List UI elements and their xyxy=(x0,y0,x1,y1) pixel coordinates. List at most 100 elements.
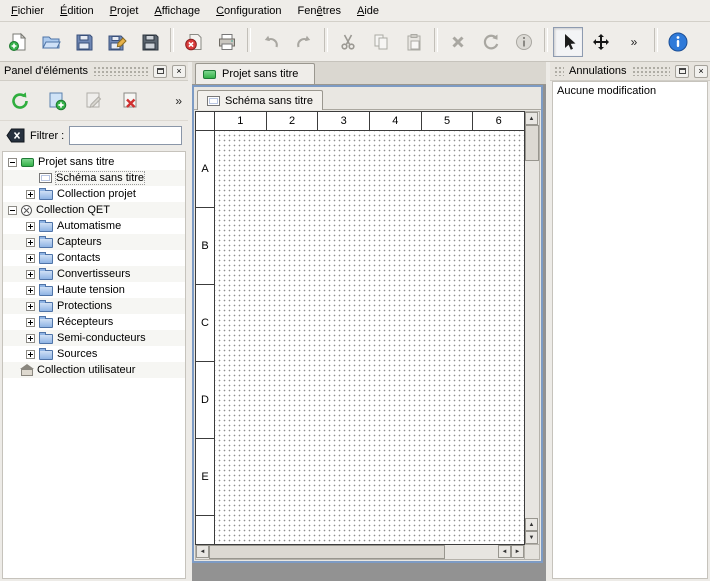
schema-canvas[interactable] xyxy=(215,131,524,544)
copy-icon xyxy=(371,32,391,52)
tab-schema-sans-titre[interactable]: Schéma sans titre xyxy=(197,90,323,110)
menu-fichier[interactable]: Fichier xyxy=(3,1,52,21)
tree-item-convertisseurs[interactable]: Convertisseurs xyxy=(3,266,185,282)
tree-item-collection-utilisateur[interactable]: Collection utilisateur xyxy=(3,362,185,378)
edit-element-button[interactable] xyxy=(78,85,110,117)
vertical-scroll-thumb[interactable] xyxy=(525,125,539,161)
save-button[interactable] xyxy=(69,27,99,57)
tree-item-collection-qet[interactable]: Collection QET xyxy=(3,202,185,218)
collapse-expander-icon[interactable] xyxy=(8,158,17,167)
project-icon xyxy=(203,70,216,79)
element-info-button[interactable] xyxy=(509,27,539,57)
scroll-up-button[interactable]: ▲ xyxy=(525,112,538,125)
tree-item-sources[interactable]: Sources xyxy=(3,346,185,362)
undo-button[interactable] xyxy=(256,27,286,57)
tree-item-collection-projet[interactable]: Collection projet xyxy=(3,186,185,202)
arrow-left-icon: ◄ xyxy=(200,549,206,555)
tree-item-semi-conducteurs[interactable]: Semi-conducteurs xyxy=(3,330,185,346)
redo-button[interactable] xyxy=(289,27,319,57)
close-panel-button[interactable]: × xyxy=(172,65,186,78)
delete-button[interactable] xyxy=(443,27,473,57)
horizontal-scroll-track[interactable] xyxy=(445,545,498,559)
folder-icon xyxy=(39,302,53,312)
menu-configuration[interactable]: Configuration xyxy=(208,1,289,21)
float-icon xyxy=(679,68,686,74)
expand-expander-icon[interactable] xyxy=(26,302,35,311)
tree-item-protections[interactable]: Protections xyxy=(3,298,185,314)
tree-item-projet-sans-titre[interactable]: Projet sans titre xyxy=(3,154,185,170)
elements-panel-titlebar[interactable]: Panel d'éléments × xyxy=(0,62,188,81)
dock-grip[interactable] xyxy=(93,66,148,76)
expand-expander-icon[interactable] xyxy=(26,286,35,295)
dock-grip[interactable] xyxy=(554,66,564,76)
close-project-button[interactable] xyxy=(179,27,209,57)
scroll-left-button[interactable]: ◄ xyxy=(498,545,511,558)
expand-expander-icon[interactable] xyxy=(26,334,35,343)
menu-fenetres[interactable]: Fenêtres xyxy=(290,1,349,21)
paste-button[interactable] xyxy=(399,27,429,57)
collapse-expander-icon[interactable] xyxy=(8,206,17,215)
tree-item-schema-sans-titre[interactable]: Schéma sans titre xyxy=(3,170,185,186)
tree-item-haute-tension[interactable]: Haute tension xyxy=(3,282,185,298)
float-panel-button[interactable] xyxy=(675,65,689,78)
schema-sheet: 1 2 3 4 5 6 A xyxy=(195,111,525,545)
folder-icon xyxy=(39,318,53,328)
vertical-scroll-track[interactable] xyxy=(525,161,539,518)
expand-expander-icon[interactable] xyxy=(26,254,35,263)
folder-icon xyxy=(39,190,53,200)
print-button[interactable] xyxy=(212,27,242,57)
new-project-button[interactable] xyxy=(3,27,33,57)
float-panel-button[interactable] xyxy=(153,65,167,78)
menu-projet[interactable]: Projet xyxy=(102,1,147,21)
info-blue-icon xyxy=(667,31,689,53)
expand-expander-icon[interactable] xyxy=(26,222,35,231)
reload-icon xyxy=(9,90,31,112)
cut-icon xyxy=(338,32,358,52)
tree-item-recepteurs[interactable]: Récepteurs xyxy=(3,314,185,330)
horizontal-scrollbar[interactable]: ◄ ◄ ► xyxy=(195,545,525,560)
rotate-button[interactable] xyxy=(476,27,506,57)
delete-element-button[interactable] xyxy=(115,85,147,117)
elements-tree[interactable]: Projet sans titre Schéma sans titre Coll… xyxy=(2,151,186,579)
undo-panel-titlebar[interactable]: Annulations × xyxy=(550,62,710,81)
new-element-button[interactable] xyxy=(41,85,73,117)
expand-expander-icon[interactable] xyxy=(26,318,35,327)
undo-list[interactable]: Aucune modification xyxy=(552,81,708,579)
scroll-up-button[interactable]: ▲ xyxy=(525,518,538,531)
copy-button[interactable] xyxy=(366,27,396,57)
expand-expander-icon[interactable] xyxy=(26,350,35,359)
menu-edition[interactable]: Édition xyxy=(52,1,102,21)
mdi-area: Projet sans titre Schéma sans titre xyxy=(192,62,546,581)
dock-grip[interactable] xyxy=(632,66,671,76)
scroll-right-button[interactable]: ► xyxy=(511,545,524,558)
reload-collections-button[interactable] xyxy=(4,85,36,117)
cut-button[interactable] xyxy=(333,27,363,57)
row-header: D xyxy=(196,362,215,439)
tree-item-capteurs[interactable]: Capteurs xyxy=(3,234,185,250)
scroll-left-button[interactable]: ◄ xyxy=(196,545,209,558)
expand-expander-icon[interactable] xyxy=(26,190,35,199)
toolbar-overflow-button[interactable]: » xyxy=(619,27,649,57)
select-tool-button[interactable] xyxy=(553,27,583,57)
about-button[interactable] xyxy=(663,27,693,57)
clear-filter-button[interactable] xyxy=(6,128,25,143)
expand-expander-icon[interactable] xyxy=(26,238,35,247)
scroll-down-button[interactable]: ▼ xyxy=(525,531,538,544)
tree-item-automatisme[interactable]: Automatisme xyxy=(3,218,185,234)
menu-aide[interactable]: Aide xyxy=(349,1,387,21)
vertical-scrollbar[interactable]: ▲ ▲ ▼ xyxy=(525,111,540,545)
menu-affichage[interactable]: Affichage xyxy=(146,1,208,21)
horizontal-scroll-thumb[interactable] xyxy=(209,545,445,559)
save-as-button[interactable] xyxy=(102,27,132,57)
expand-expander-icon[interactable] xyxy=(26,270,35,279)
save-all-button[interactable] xyxy=(135,27,165,57)
tree-item-contacts[interactable]: Contacts xyxy=(3,250,185,266)
open-project-button[interactable] xyxy=(36,27,66,57)
filter-input[interactable] xyxy=(69,126,182,145)
elements-panel: Panel d'éléments × » Filtrer : Projet sa… xyxy=(0,62,188,581)
tab-projet-sans-titre[interactable]: Projet sans titre xyxy=(195,63,315,84)
close-panel-button[interactable]: × xyxy=(694,65,708,78)
move-tool-button[interactable] xyxy=(586,27,616,57)
panel-toolbar-overflow-button[interactable]: » xyxy=(173,94,184,108)
toolbar-separator xyxy=(322,28,330,56)
